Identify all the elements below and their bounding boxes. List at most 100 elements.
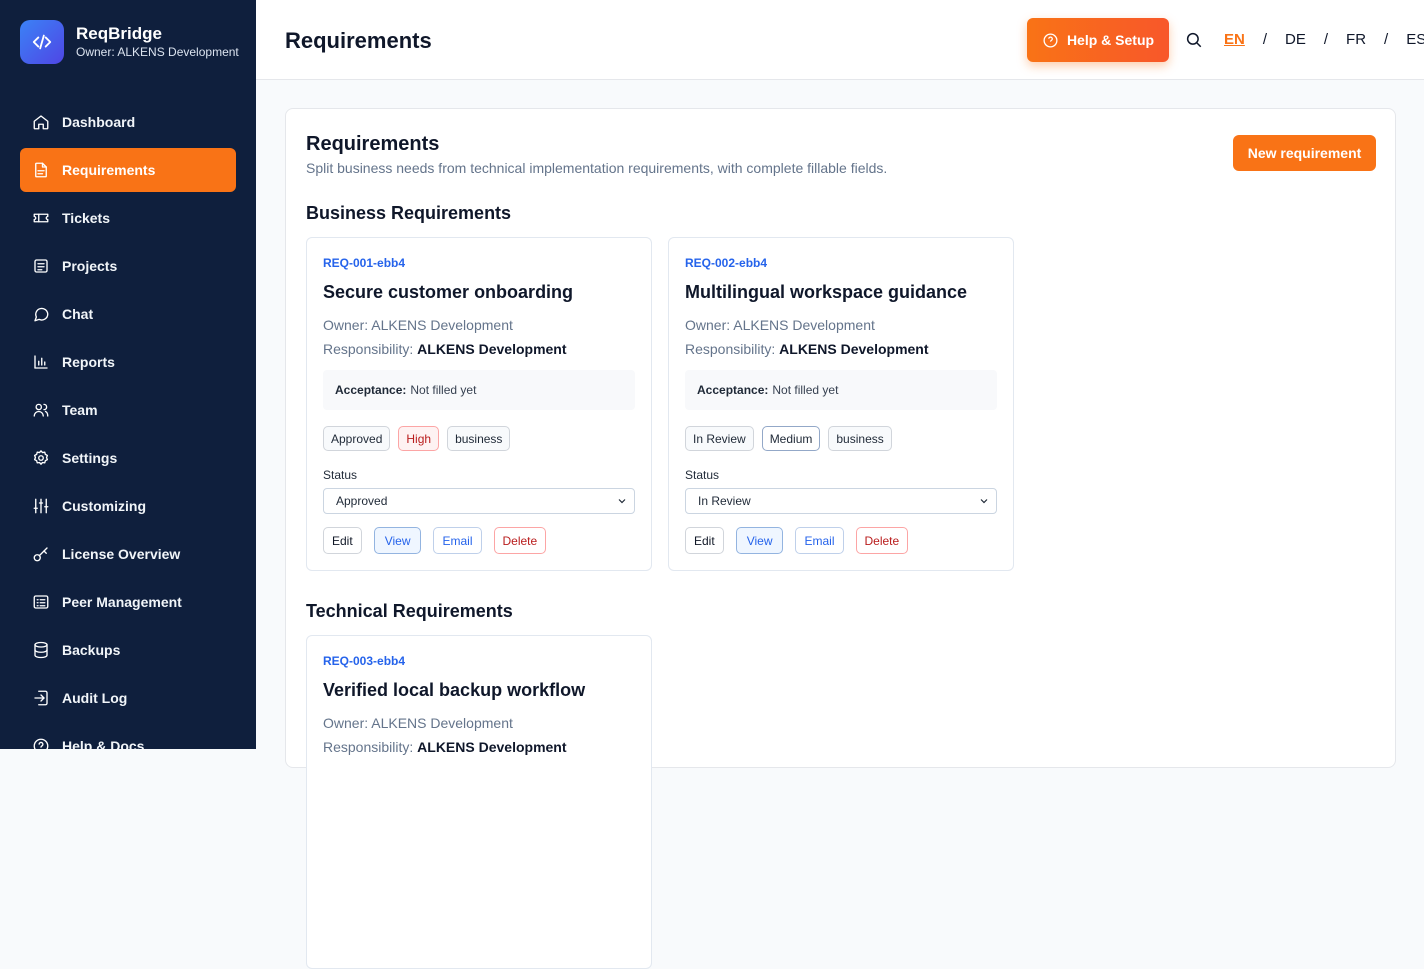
delete-button[interactable]: Delete [493, 527, 547, 554]
chat-icon [32, 305, 50, 323]
requirement-title: Secure customer onboarding [323, 282, 574, 302]
page-title: Requirements [285, 28, 432, 53]
gear-icon [32, 449, 50, 467]
sliders-icon [32, 497, 50, 515]
help-setup-label: Help & Setup [1066, 32, 1155, 48]
sidebar-item-label: Settings [62, 450, 118, 466]
help-circle-icon [1043, 32, 1058, 48]
status-label: Status [685, 468, 720, 482]
language-en[interactable]: EN [1224, 31, 1245, 48]
requirement-owner: Owner: ALKENS Development [323, 317, 513, 333]
sidebar-item-label: Audit Log [62, 690, 128, 706]
sidebar-item-dashboard[interactable]: Dashboard [20, 100, 236, 144]
sidebar-item-license-overview[interactable]: License Overview [20, 532, 236, 576]
code-icon [20, 20, 64, 64]
sidebar-item-label: Dashboard [62, 114, 136, 130]
app-name: ReqBridge [76, 24, 162, 43]
requirement-title: Multilingual workspace guidance [685, 282, 968, 302]
language-switcher: EN / DE / FR / ES [1216, 31, 1424, 48]
acceptance-label: Acceptance: [335, 383, 407, 397]
requirement-owner: Owner: ALKENS Development [685, 317, 875, 333]
sidebar-item-backups[interactable]: Backups [20, 628, 236, 672]
sidebar-item-reports[interactable]: Reports [20, 340, 236, 384]
language-separator: / [1384, 31, 1389, 48]
requirement-id[interactable]: REQ-001-ebb4 [323, 256, 405, 270]
card-actions: Edit View Email Delete [323, 527, 558, 554]
acceptance-value: Not filled yet [410, 383, 477, 397]
type-badge: business [828, 426, 892, 451]
view-button[interactable]: View [735, 527, 784, 554]
sidebar-item-label: Backups [62, 642, 121, 658]
search-icon[interactable] [1185, 31, 1203, 49]
priority-badge: High [398, 426, 440, 451]
sidebar-item-projects[interactable]: Projects [20, 244, 236, 288]
language-separator: / [1323, 31, 1329, 48]
email-button[interactable]: Email [433, 527, 482, 554]
status-select[interactable]: Approved [323, 488, 635, 514]
sidebar-item-label: Requirements [62, 162, 156, 178]
priority-badge: Medium [761, 426, 821, 451]
edit-button[interactable]: Edit [685, 527, 724, 554]
tag-list: Approved High business [323, 426, 518, 451]
sidebar-item-team[interactable]: Team [20, 388, 236, 432]
list-icon [32, 257, 50, 275]
status-select[interactable]: In Review [685, 488, 997, 514]
language-es[interactable]: ES [1406, 31, 1424, 48]
status-badge: In Review [685, 426, 754, 451]
users-icon [32, 401, 50, 419]
requirement-responsibility: Responsibility: ALKENS Development [685, 341, 929, 357]
requirement-id[interactable]: REQ-003-ebb4 [323, 654, 405, 668]
requirement-responsibility: Responsibility: ALKENS Development [323, 341, 567, 357]
sidebar-item-requirements[interactable]: Requirements [20, 148, 236, 192]
database-icon [32, 641, 50, 659]
business-section-title: Business Requirements [306, 203, 512, 223]
responsibility-label: Responsibility: [323, 341, 414, 357]
panel-subtitle: Split business needs from technical impl… [306, 160, 888, 176]
sidebar-nav: Dashboard Requirements Tickets Projects … [20, 100, 236, 749]
tag-list: In Review Medium business [685, 426, 900, 451]
requirement-responsibility: Responsibility: ALKENS Development [323, 739, 567, 755]
sidebar-item-customizing[interactable]: Customizing [20, 484, 236, 528]
chevron-down-icon [980, 499, 988, 504]
sidebar-item-label: Tickets [62, 210, 110, 226]
requirement-card: REQ-002-ebb4 Multilingual workspace guid… [668, 237, 1014, 571]
requirement-card: REQ-001-ebb4 Secure customer onboarding … [306, 237, 652, 571]
language-de[interactable]: DE [1285, 31, 1306, 48]
acceptance-value: Not filled yet [772, 383, 839, 397]
edit-button[interactable]: Edit [323, 527, 362, 554]
peer-list-icon [32, 593, 50, 611]
chevron-down-icon [618, 499, 626, 504]
key-icon [32, 545, 50, 563]
brand[interactable]: ReqBridge Owner: ALKENS Development [20, 20, 239, 64]
sidebar-item-peer-management[interactable]: Peer Management [20, 580, 236, 624]
sidebar-item-label: License Overview [62, 546, 181, 562]
requirement-owner: Owner: ALKENS Development [323, 715, 513, 731]
top-bar: Requirements Help & Setup EN / DE / FR /… [256, 0, 1424, 80]
email-button[interactable]: Email [795, 527, 844, 554]
sidebar-item-settings[interactable]: Settings [20, 436, 236, 480]
status-select-value: Approved [336, 494, 388, 508]
requirement-title: Verified local backup workflow [323, 680, 586, 700]
sidebar-item-label: Projects [62, 258, 118, 274]
sidebar-item-label: Customizing [62, 498, 146, 514]
view-button[interactable]: View [373, 527, 422, 554]
sidebar-item-audit-log[interactable]: Audit Log [20, 676, 236, 720]
sidebar-item-help-docs[interactable]: Help & Docs [20, 724, 236, 749]
sidebar-item-label: Help & Docs [62, 738, 145, 749]
status-badge: Approved [323, 426, 391, 451]
language-fr[interactable]: FR [1346, 31, 1366, 48]
responsibility-label: Responsibility: [685, 341, 776, 357]
technical-section-title: Technical Requirements [306, 601, 513, 621]
type-badge: business [447, 426, 511, 451]
requirement-id[interactable]: REQ-002-ebb4 [685, 256, 767, 270]
sidebar-item-label: Reports [62, 354, 115, 370]
delete-button[interactable]: Delete [855, 527, 909, 554]
new-requirement-button[interactable]: New requirement [1233, 135, 1376, 171]
requirement-card: REQ-003-ebb4 Verified local backup workf… [306, 635, 652, 969]
help-circle-icon [32, 737, 50, 749]
status-label: Status [323, 468, 358, 482]
help-setup-button[interactable]: Help & Setup [1027, 18, 1169, 62]
ticket-icon [32, 209, 50, 227]
sidebar-item-chat[interactable]: Chat [20, 292, 236, 336]
sidebar-item-tickets[interactable]: Tickets [20, 196, 236, 240]
